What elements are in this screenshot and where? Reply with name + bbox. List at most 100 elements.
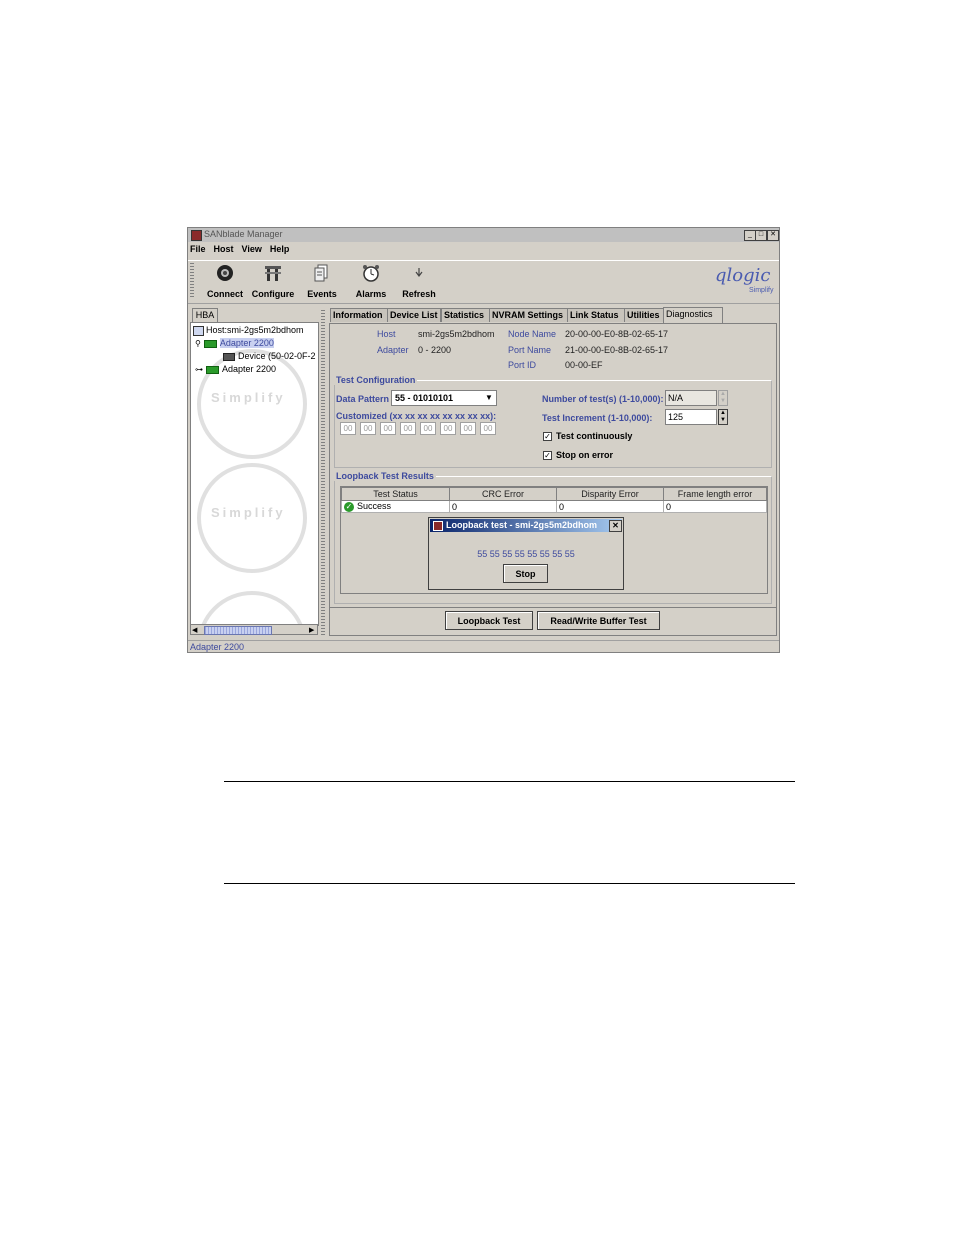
tab-hba[interactable]: HBA <box>192 308 218 322</box>
data-pattern-select[interactable]: 55 - 01010101 ▼ <box>391 390 497 406</box>
status-text: Adapter 2200 <box>190 642 245 652</box>
node-name-value: 20-00-00-E0-8B-02-65-17 <box>565 329 669 339</box>
hex-field-4[interactable]: 00 <box>400 422 416 435</box>
tab-information[interactable]: Information <box>330 308 389 322</box>
tab-statistics[interactable]: Statistics <box>441 308 490 322</box>
number-of-tests-field[interactable]: N/A <box>665 390 717 406</box>
status-bar: Adapter 2200 <box>188 640 779 653</box>
hba-tree: Simplify Simplify Host:smi-2gs5m2bdhom ⚲… <box>190 322 319 626</box>
maximize-button[interactable]: □ <box>755 230 767 241</box>
scroll-thumb[interactable] <box>204 626 272 635</box>
tab-nvram-settings[interactable]: NVRAM Settings <box>489 308 568 322</box>
column-disparity-error[interactable]: Disparity Error <box>556 487 664 501</box>
tab-utilities[interactable]: Utilities <box>624 308 664 322</box>
test-continuously-label: Test continuously <box>556 431 633 441</box>
hex-field-3[interactable]: 00 <box>380 422 396 435</box>
hex-field-5[interactable]: 00 <box>420 422 436 435</box>
port-id-value: 00-00-EF <box>565 360 603 370</box>
hex-field-6[interactable]: 00 <box>440 422 456 435</box>
stop-button[interactable]: Stop <box>503 564 548 583</box>
number-of-tests-spinner[interactable]: ▲ ▼ <box>718 390 728 406</box>
logo-subtitle: Simplify <box>749 287 774 294</box>
scroll-right-icon[interactable]: ▶ <box>309 626 314 634</box>
port-id-label: Port ID <box>508 360 537 370</box>
connect-button[interactable]: Connect <box>205 263 245 299</box>
test-increment-label: Test Increment (1-10,000): <box>542 413 653 423</box>
configure-button[interactable]: Configure <box>251 263 295 299</box>
port-name-label: Port Name <box>508 345 552 355</box>
number-of-tests-label: Number of test(s) (1-10,000): <box>542 394 664 404</box>
test-increment-value: 125 <box>668 412 684 422</box>
status-value: Success <box>357 501 392 512</box>
configure-label: Configure <box>251 289 295 299</box>
separator <box>330 607 776 608</box>
menu-help[interactable]: Help <box>270 244 290 254</box>
hba-panel: HBA Simplify Simplify Host:smi-2gs5m2bdh… <box>190 308 319 636</box>
customized-hex-fields: 00 00 00 00 00 00 00 00 <box>340 422 500 436</box>
hex-field-1[interactable]: 00 <box>340 422 356 435</box>
host-value: smi-2gs5m2bdhom <box>418 329 495 339</box>
hex-field-7[interactable]: 00 <box>460 422 476 435</box>
number-of-tests-value: N/A <box>668 393 684 403</box>
table-row[interactable]: ✓ Success 0 0 0 <box>341 500 767 513</box>
horizontal-scrollbar[interactable]: ◀ ▶ <box>190 624 318 635</box>
crc-error-cell: 0 <box>449 500 557 513</box>
hex-field-8[interactable]: 00 <box>480 422 496 435</box>
tab-link-status[interactable]: Link Status <box>567 308 625 322</box>
scroll-left-icon[interactable]: ◀ <box>192 626 197 634</box>
stop-on-error-checkbox[interactable]: ✓ <box>543 451 552 460</box>
refresh-button[interactable]: Refresh <box>399 263 439 299</box>
tab-diagnostics[interactable]: Diagnostics <box>663 307 723 323</box>
menu-file[interactable]: File <box>190 244 206 254</box>
watermark-text: Simplify <box>211 505 286 520</box>
alarms-button[interactable]: Alarms <box>353 263 389 299</box>
customized-label: Customized (xx xx xx xx xx xx xx xx): <box>336 411 497 421</box>
menu-host[interactable]: Host <box>214 244 234 254</box>
success-check-icon: ✓ <box>344 501 354 512</box>
tree-adapter-2[interactable]: ⊶ Adapter 2200 <box>195 364 276 374</box>
node-name-label: Node Name <box>508 329 557 339</box>
app-icon <box>191 230 202 241</box>
configure-icon <box>265 266 281 281</box>
test-increment-spinner[interactable]: ▲ ▼ <box>718 409 728 425</box>
events-icon <box>314 264 328 282</box>
events-label: Events <box>307 289 337 299</box>
column-crc-error[interactable]: CRC Error <box>449 487 557 501</box>
column-test-status[interactable]: Test Status <box>341 487 450 501</box>
watermark-circle <box>197 591 307 625</box>
tree-adapter-1[interactable]: ⚲ Adapter 2200 <box>195 338 274 348</box>
events-button[interactable]: Events <box>304 263 340 299</box>
loopback-test-button[interactable]: Loopback Test <box>445 611 533 630</box>
logo-text: qlogic <box>715 265 771 286</box>
data-pattern-value: 55 - 01010101 <box>395 393 454 403</box>
horizontal-rule <box>224 781 795 782</box>
read-write-buffer-test-button[interactable]: Read/Write Buffer Test <box>537 611 660 630</box>
port-name-value: 21-00-00-E0-8B-02-65-17 <box>565 345 669 355</box>
close-button[interactable]: ✕ <box>767 230 779 241</box>
disparity-error-cell: 0 <box>556 500 664 513</box>
connect-icon <box>217 265 233 281</box>
results-header-row: Test Status CRC Error Disparity Error Fr… <box>341 487 767 501</box>
test-increment-field[interactable]: 125 <box>665 409 717 425</box>
tree-host[interactable]: Host:smi-2gs5m2bdhom <box>193 325 304 336</box>
host-label: Host <box>377 329 396 339</box>
title-bar: SANblade Manager _ □ ✕ <box>188 228 779 242</box>
results-table: Test Status CRC Error Disparity Error Fr… <box>341 487 767 513</box>
adapter-value: 0 - 2200 <box>418 345 452 355</box>
dialog-close-icon[interactable]: ✕ <box>609 520 622 532</box>
hex-field-2[interactable]: 00 <box>360 422 376 435</box>
adapter-label: Adapter 2200 <box>219 338 274 348</box>
tab-device-list[interactable]: Device List <box>387 308 441 322</box>
test-configuration-title: Test Configuration <box>334 375 418 385</box>
tree-device[interactable]: Device (50-02-0F-2 <box>223 351 316 361</box>
chevron-down-icon: ▼ <box>485 393 493 402</box>
test-continuously-checkbox[interactable]: ✓ <box>543 432 552 441</box>
splitter[interactable] <box>321 310 325 636</box>
stop-on-error-label: Stop on error <box>556 450 614 460</box>
sanblade-manager-window: SANblade Manager _ □ ✕ File Host View Help … <box>187 227 780 653</box>
menu-view[interactable]: View <box>242 244 262 254</box>
column-frame-length-error[interactable]: Frame length error <box>663 487 767 501</box>
adapter-label: Adapter 2200 <box>222 364 277 374</box>
toolbar-grip[interactable] <box>190 263 194 299</box>
dialog-title: Loopback test - smi-2gs5m2bdhom <box>446 520 598 530</box>
